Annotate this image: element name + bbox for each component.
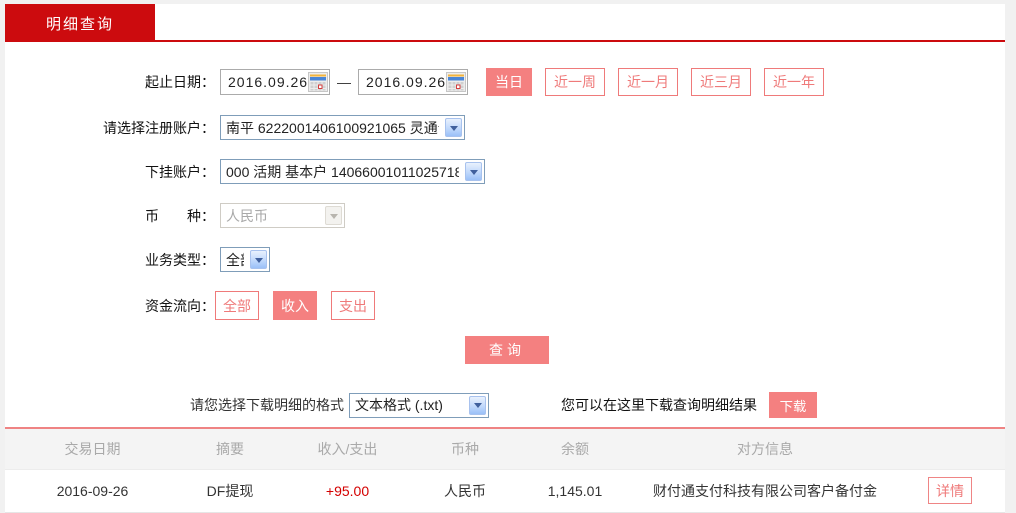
currency-select: 人民币 [220,203,345,228]
header-summary: 摘要 [180,429,280,470]
date-range-row: 起止日期： 2016.09.26 — 2016.09.26 当日 近一周 近一月… [5,68,1005,96]
download-row: 请您选择下载明细的格式 文本格式 (.txt) 您可以在这里下载查询明细结果 下… [190,392,1005,418]
download-hint: 您可以在这里下载查询明细结果 [561,397,757,413]
fund-flow-row: 资金流向： 全部 收入 支出 [5,291,1005,320]
cell-trade-date: 2016-09-26 [5,469,180,513]
results-table-section: 交易日期 摘要 收入/支出 币种 余额 对方信息 2016-09-26 DF提现… [5,427,1005,513]
register-account-select[interactable]: 南平 6222001406100921065 灵通卡 [220,115,465,140]
sub-account-label: 下挂账户： [145,163,215,180]
fund-flow-expense-button[interactable]: 支出 [331,291,375,320]
tab-detail-query[interactable]: 明细查询 [5,4,155,42]
fund-flow-all-button[interactable]: 全部 [215,291,259,320]
download-button[interactable]: 下载 [769,392,817,418]
sub-account-value: 000 活期 基本户 1406600101102571848 [226,163,459,180]
register-account-row: 请选择注册账户： 南平 6222001406100921065 灵通卡 [5,115,1005,140]
header-action [895,429,1005,470]
calendar-icon[interactable] [446,72,467,92]
register-account-label: 请选择注册账户： [103,119,215,136]
chevron-down-icon [469,395,486,415]
cell-summary: DF提现 [180,469,280,513]
quick-range-year-button[interactable]: 近一年 [764,68,824,96]
end-date-value: 2016.09.26 [366,74,447,90]
query-form: 起止日期： 2016.09.26 — 2016.09.26 当日 近一周 近一月… [5,42,1005,364]
header-trade-date: 交易日期 [5,429,180,470]
currency-value: 人民币 [226,207,268,224]
sub-account-select[interactable]: 000 活期 基本户 1406600101102571848 [220,159,485,184]
calendar-icon[interactable] [308,72,329,92]
chevron-down-icon [465,162,482,181]
date-separator: — [337,74,351,90]
quick-range-week-button[interactable]: 近一周 [545,68,605,96]
end-date-input[interactable]: 2016.09.26 [358,69,468,95]
cell-action: 详情 [895,469,1005,513]
results-table: 交易日期 摘要 收入/支出 币种 余额 对方信息 2016-09-26 DF提现… [5,429,1005,513]
register-account-value: 南平 6222001406100921065 灵通卡 [226,119,439,136]
fund-flow-income-button[interactable]: 收入 [273,291,317,320]
download-format-select[interactable]: 文本格式 (.txt) [349,392,489,418]
download-format-label: 请您选择下载明细的格式 [190,397,344,413]
chevron-down-icon [445,118,462,137]
currency-label: 币 种： [145,207,215,224]
header-balance: 余额 [515,429,635,470]
cell-balance: 1,145.01 [515,469,635,513]
quick-range-month-button[interactable]: 近一月 [618,68,678,96]
start-date-value: 2016.09.26 [228,74,309,90]
cell-amount: +95.00 [280,469,415,513]
start-date-input[interactable]: 2016.09.26 [220,69,330,95]
fund-flow-buttons: 全部 收入 支出 [215,291,389,320]
cell-currency: 人民币 [415,469,515,513]
business-type-select[interactable]: 全部 [220,247,270,272]
download-format-value: 文本格式 (.txt) [355,397,443,413]
query-button-row: 查询 [465,336,1005,364]
cell-counterparty: 财付通支付科技有限公司客户备付金 [635,469,895,513]
table-row: 2016-09-26 DF提现 +95.00 人民币 1,145.01 财付通支… [5,469,1005,513]
detail-button[interactable]: 详情 [928,477,972,504]
chevron-down-icon [325,206,342,225]
quick-range-today-button[interactable]: 当日 [486,68,532,96]
sub-account-row: 下挂账户： 000 活期 基本户 1406600101102571848 [5,159,1005,184]
quick-range-quarter-button[interactable]: 近三月 [691,68,751,96]
business-type-row: 业务类型： 全部 [5,247,1005,272]
fund-flow-label: 资金流向： [145,297,215,314]
table-header-row: 交易日期 摘要 收入/支出 币种 余额 对方信息 [5,429,1005,470]
header-income-expense: 收入/支出 [280,429,415,470]
business-type-label: 业务类型： [145,251,215,268]
header-counterparty: 对方信息 [635,429,895,470]
quick-range-buttons: 当日 近一周 近一月 近三月 近一年 [486,68,837,96]
currency-row: 币 种： 人民币 [5,203,1005,228]
header-currency: 币种 [415,429,515,470]
query-button[interactable]: 查询 [465,336,549,364]
date-range-label: 起止日期： [145,74,215,90]
business-type-value: 全部 [226,251,244,268]
tab-bar: 明细查询 [5,4,1005,42]
detail-query-panel: 明细查询 起止日期： 2016.09.26 — 2016.09.26 当日 近一… [5,4,1005,513]
chevron-down-icon [250,250,267,269]
